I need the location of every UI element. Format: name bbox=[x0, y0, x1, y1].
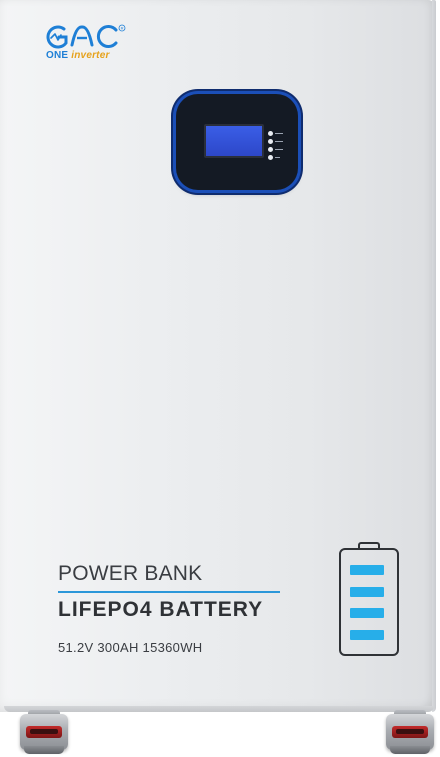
indicator-led-2 bbox=[268, 138, 286, 145]
brand-logo-mark-icon: R bbox=[46, 24, 126, 49]
brand-name: ONE inverter bbox=[46, 50, 110, 61]
indicator-led-1 bbox=[268, 130, 286, 137]
cabinet-side-edge bbox=[432, 0, 436, 712]
brand-name-one: ONE bbox=[46, 50, 69, 61]
indicator-led-3 bbox=[268, 146, 286, 153]
svg-text:R: R bbox=[121, 26, 124, 31]
battery-level-bar-2 bbox=[350, 587, 384, 597]
brand-logo: R ONE inverter bbox=[46, 24, 136, 64]
product-photo: R ONE inverter POWER BANK LIFEPO4 BATTER… bbox=[0, 0, 440, 757]
battery-level-bar-1 bbox=[350, 565, 384, 575]
status-indicators bbox=[268, 130, 286, 162]
battery-spec-label: 51.2V 300AH 15360WH bbox=[58, 640, 203, 655]
battery-level-bar-3 bbox=[350, 608, 384, 618]
battery-level-bar-4 bbox=[350, 630, 384, 640]
cabinet-base bbox=[4, 706, 434, 712]
accent-divider bbox=[58, 591, 280, 593]
lcd-screen-icon bbox=[204, 124, 264, 158]
battery-type-label: LIFEPO4 BATTERY bbox=[58, 598, 264, 621]
foot-left bbox=[20, 710, 68, 754]
power-bank-label: POWER BANK bbox=[58, 562, 203, 585]
foot-right bbox=[386, 710, 434, 754]
brand-name-inverter: inverter bbox=[71, 50, 110, 61]
indicator-led-4 bbox=[268, 154, 286, 161]
lcd-display-panel bbox=[176, 94, 298, 190]
battery-icon bbox=[339, 542, 399, 656]
